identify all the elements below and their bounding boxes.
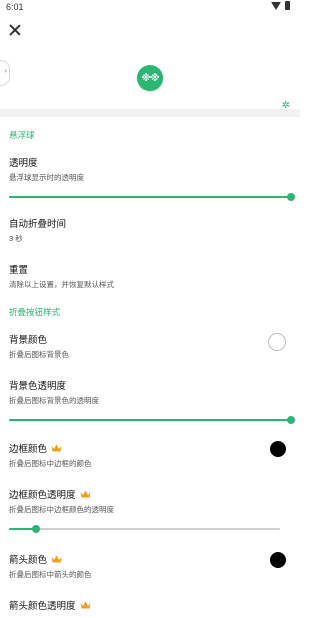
setting-title: 透明度 (9, 158, 38, 169)
divider (0, 109, 300, 117)
setting-bg-color[interactable]: 背景颜色 折叠后图标背景色 (0, 326, 300, 366)
setting-title: 边框颜色透明度 (9, 490, 76, 501)
wifi-icon (271, 1, 281, 10)
status-bar: 6:01 (0, 0, 300, 14)
setting-border-opacity[interactable]: 边框颜色透明度 折叠后图标中边框颜色的透明度 (0, 481, 300, 521)
setting-title: 重置 (9, 265, 29, 276)
crown-icon (80, 490, 91, 498)
close-icon[interactable] (9, 24, 21, 36)
setting-title-row: 边框颜色 (9, 441, 291, 455)
status-icons (271, 1, 290, 10)
battery-icon (285, 1, 290, 10)
slider-thumb[interactable] (32, 525, 41, 533)
bg-opacity-slider[interactable] (9, 415, 295, 425)
slider-thumb[interactable] (287, 193, 295, 201)
crown-icon (51, 444, 62, 452)
setting-value: 3 秒 (9, 234, 23, 243)
slider-thumb[interactable] (287, 416, 295, 424)
section-header-fold-button-style: 折叠按钮样式 (9, 307, 61, 317)
setting-subtitle: 折叠后图标中箭头的颜色 (9, 570, 92, 579)
setting-title: 边框颜色 (9, 444, 48, 455)
slider-fill (9, 419, 291, 421)
opacity-slider[interactable] (9, 192, 295, 202)
setting-title: 背景色透明度 (9, 381, 67, 392)
setting-subtitle: 折叠后图标中边框的颜色 (9, 459, 92, 468)
sparkle-icon[interactable]: ✲ (282, 100, 290, 111)
floating-ball-label: ※※ (141, 72, 159, 84)
section-header-floating-ball: 悬浮球 (9, 130, 35, 140)
setting-opacity[interactable]: 透明度 悬浮球显示时的透明度 (0, 149, 300, 189)
bg-color-swatch[interactable] (268, 333, 286, 351)
arrow-color-swatch[interactable] (270, 552, 286, 568)
setting-title-row: 边框颜色透明度 (9, 487, 291, 501)
setting-title: 箭头颜色 (9, 555, 48, 566)
setting-title: 自动折叠时间 (9, 219, 67, 230)
setting-subtitle: 折叠后图标背景色 (9, 350, 69, 359)
status-time: 6:01 (6, 2, 24, 12)
setting-reset[interactable]: 重置 清除以上设置，并恢复默认样式 (0, 256, 300, 296)
edge-fold-handle[interactable]: › (0, 60, 10, 86)
setting-subtitle: 折叠后图标背景色的透明度 (9, 396, 99, 405)
floating-ball-preview[interactable]: ※※ (137, 65, 163, 91)
setting-title: 箭头颜色透明度 (9, 601, 76, 612)
slider-fill (9, 196, 291, 198)
setting-title-row: 箭头颜色 (9, 552, 291, 566)
chevron-right-icon: › (4, 66, 7, 75)
setting-border-color[interactable]: 边框颜色 折叠后图标中边框的颜色 (0, 435, 300, 475)
preview-area: › ※※ ✲ (0, 14, 300, 111)
setting-arrow-opacity[interactable]: 箭头颜色透明度 (0, 592, 300, 618)
setting-arrow-color[interactable]: 箭头颜色 折叠后图标中箭头的颜色 (0, 546, 300, 586)
setting-bg-opacity[interactable]: 背景色透明度 折叠后图标背景色的透明度 (0, 372, 300, 412)
setting-subtitle: 清除以上设置，并恢复默认样式 (9, 280, 114, 289)
setting-title-row: 箭头颜色透明度 (9, 598, 291, 612)
crown-icon (80, 601, 91, 609)
setting-subtitle: 悬浮球显示时的透明度 (9, 173, 84, 182)
crown-icon (51, 555, 62, 563)
setting-subtitle: 折叠后图标中边框颜色的透明度 (9, 505, 114, 514)
setting-title: 背景颜色 (9, 335, 48, 346)
setting-auto-fold[interactable]: 自动折叠时间 3 秒 (0, 210, 300, 250)
border-color-swatch[interactable] (270, 441, 286, 457)
slider-track (9, 528, 280, 530)
